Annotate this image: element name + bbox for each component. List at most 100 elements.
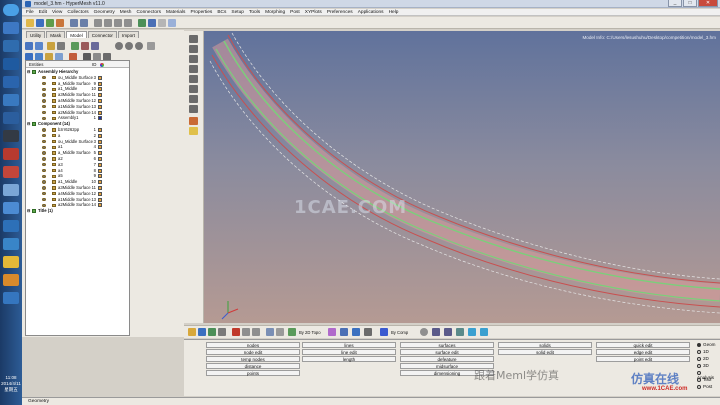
visibility-eye-icon[interactable] [42, 180, 46, 184]
visibility-eye-icon[interactable] [42, 116, 46, 121]
menu-geometry[interactable]: Geometry [94, 10, 115, 15]
topology-display-icon[interactable] [288, 328, 296, 336]
visibility-eye-icon[interactable] [42, 81, 46, 86]
start-orb-icon[interactable] [3, 4, 19, 16]
visibility-eye-icon[interactable] [42, 174, 46, 179]
mesh-mode-icon[interactable] [208, 328, 216, 336]
panel-edge-edit-button[interactable]: edge edit [596, 349, 690, 355]
color-swatch[interactable] [98, 75, 102, 80]
visibility-eye-icon[interactable] [42, 104, 46, 109]
mask-icon[interactable] [242, 328, 250, 336]
zoom-icon[interactable] [114, 19, 122, 27]
color-swatch[interactable] [98, 127, 102, 132]
visibility-eye-icon[interactable] [42, 186, 46, 190]
unmask-icon[interactable] [252, 328, 260, 336]
panel-points-button[interactable]: points [206, 370, 300, 376]
isolate-icon[interactable] [91, 42, 99, 50]
id-column-header[interactable]: ID [92, 62, 96, 67]
lighting-icon[interactable] [432, 328, 440, 336]
taskbar-clock[interactable]: 11:08 2014/4/11 星期五 [0, 375, 22, 393]
panel-line-edit-button[interactable]: line edit [302, 349, 396, 355]
eye-all-icon[interactable] [135, 42, 143, 50]
component-color-icon[interactable] [188, 328, 196, 336]
panel-temp-nodes-button[interactable]: temp nodes [206, 356, 300, 362]
export-icon[interactable] [56, 19, 64, 27]
radio-1d[interactable]: 1D [697, 349, 709, 354]
edge-display-icon[interactable] [364, 328, 372, 336]
visibility-eye-icon[interactable] [42, 151, 46, 155]
visibility-eye-icon[interactable] [42, 139, 46, 144]
menu-preferences[interactable]: Preferences [327, 10, 353, 15]
menu-connectors[interactable]: Connectors [136, 10, 161, 15]
visibility-eye-icon[interactable] [42, 133, 46, 138]
menu-bcs[interactable]: BCs [217, 10, 226, 15]
graphics-window[interactable]: Model Info: C:/Users/lesushuhu/Desktop/c… [204, 31, 720, 323]
element-display-icon[interactable] [352, 328, 360, 336]
color-by-icon[interactable] [380, 328, 388, 336]
menu-applications[interactable]: Applications [358, 10, 384, 15]
pan-icon[interactable] [104, 19, 112, 27]
color-swatch[interactable] [98, 185, 102, 190]
taskbar-app-icon[interactable] [3, 22, 19, 34]
taskbar-app-icon[interactable] [3, 148, 19, 160]
by-comp-dropdown[interactable]: By Comp [391, 330, 408, 335]
display-style-icon[interactable] [340, 328, 348, 336]
menu-xyplots[interactable]: XYPlots [305, 10, 322, 15]
color-swatch[interactable] [98, 133, 102, 138]
view-bottom-icon[interactable] [189, 75, 198, 83]
visibility-eye-icon[interactable] [42, 87, 46, 92]
color-swatch[interactable] [98, 87, 102, 92]
component-mode-icon[interactable] [198, 328, 206, 336]
taskbar-app-icon[interactable] [3, 292, 19, 304]
panel-nodes-button[interactable]: nodes [206, 342, 300, 348]
visibility-eye-icon[interactable] [42, 157, 46, 161]
view-iso-icon[interactable] [189, 35, 198, 43]
maximize-button[interactable]: □ [683, 0, 697, 7]
panel-solid-edit-button[interactable]: solid edit [498, 349, 592, 355]
import-icon[interactable] [46, 19, 54, 27]
taskbar-app-icon[interactable] [3, 166, 19, 178]
radio-post[interactable]: Post [697, 384, 712, 389]
color-swatch[interactable] [98, 191, 102, 196]
taskbar-app-icon[interactable] [3, 256, 19, 268]
visibility-eye-icon[interactable] [42, 99, 46, 103]
expand-toggle-icon[interactable]: ⊟ [27, 208, 31, 214]
view-right-icon[interactable] [189, 85, 198, 93]
panel-surfaces-button[interactable]: surfaces [400, 342, 494, 348]
color-swatch[interactable] [98, 180, 102, 185]
menu-post[interactable]: Post [290, 10, 300, 15]
eye-icon[interactable] [115, 42, 123, 50]
color-swatch[interactable] [98, 81, 102, 86]
panel-lines-button[interactable]: lines [302, 342, 396, 348]
color-swatch[interactable] [98, 168, 102, 173]
menu-morphing[interactable]: Morphing [265, 10, 285, 15]
taskbar-app-icon[interactable] [3, 202, 19, 214]
tab-mask[interactable]: Mask [46, 31, 66, 38]
rotate-icon[interactable] [94, 19, 102, 27]
color-swatch[interactable] [98, 139, 102, 144]
visibility-eye-icon[interactable] [42, 110, 46, 115]
color-swatch[interactable] [98, 145, 102, 150]
panel-length-button[interactable]: length [302, 356, 396, 362]
menu-view[interactable]: View [52, 10, 62, 15]
wireframe-mode-icon[interactable] [276, 328, 284, 336]
color-swatch[interactable] [98, 197, 102, 202]
tab-utility[interactable]: Utility [26, 31, 46, 38]
color-swatch[interactable] [98, 93, 102, 98]
expand-all-icon[interactable] [25, 42, 33, 50]
find-icon[interactable] [57, 42, 65, 50]
taskbar-app-icon[interactable] [3, 58, 19, 70]
shrink-icon[interactable] [444, 328, 452, 336]
normals-icon[interactable] [456, 328, 464, 336]
radio-2d[interactable]: 2D [697, 356, 709, 361]
visibility-eye-icon[interactable] [42, 168, 46, 173]
shaded-icon[interactable] [148, 19, 156, 27]
element-icon[interactable] [168, 19, 176, 27]
hide-icon[interactable] [81, 42, 89, 50]
menu-mesh[interactable]: Mesh [120, 10, 132, 15]
radio-tool[interactable]: Tool [697, 377, 711, 382]
shading-mode-icon[interactable] [266, 328, 274, 336]
collapse-all-icon[interactable] [35, 42, 43, 50]
taskbar-app-icon[interactable] [3, 76, 19, 88]
geom-mode-icon[interactable] [218, 328, 226, 336]
